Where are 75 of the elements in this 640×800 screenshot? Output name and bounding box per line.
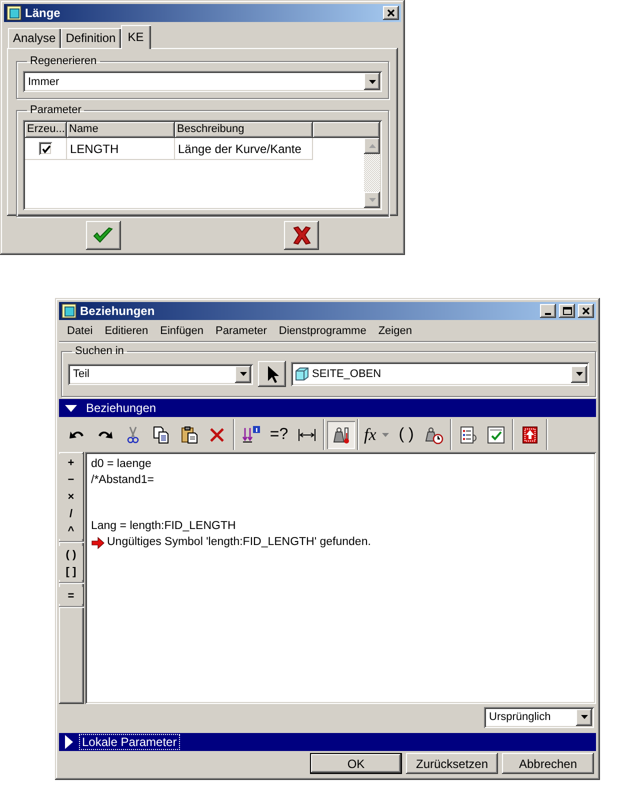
dropdown[interactable]: Immer xyxy=(23,71,382,92)
dialog-button[interactable]: OK xyxy=(310,753,402,774)
dialog-button[interactable]: Abbrechen xyxy=(502,753,594,774)
dropdown[interactable]: Ursprünglich xyxy=(484,706,594,728)
app-icon xyxy=(6,5,22,21)
paste-icon xyxy=(179,424,199,444)
evaluate-button[interactable] xyxy=(327,420,355,448)
menu-item[interactable]: Zeigen xyxy=(372,322,418,338)
scroll-down-icon xyxy=(368,198,376,202)
code-line: d0 = laenge xyxy=(91,457,152,472)
export-icon xyxy=(520,424,540,444)
pick-button[interactable] xyxy=(258,361,286,387)
close-icon xyxy=(386,9,396,17)
operator-button[interactable]: ( ) xyxy=(59,546,83,563)
undo-icon xyxy=(69,430,85,439)
column-header[interactable]: Beschreibung xyxy=(175,122,313,138)
dropdown[interactable]: SEITE_OBEN xyxy=(291,362,589,386)
close-icon xyxy=(581,307,591,315)
tab[interactable]: Analyse xyxy=(8,28,61,48)
copy-icon xyxy=(151,424,171,444)
maximize-icon xyxy=(562,307,572,315)
dropdown-arrow-icon xyxy=(580,715,588,719)
verify-icon xyxy=(486,424,506,444)
menu-item[interactable]: Parameter xyxy=(210,322,273,338)
group-label: Suchen in xyxy=(74,345,125,357)
min-button[interactable] xyxy=(540,304,556,318)
window-title: Länge xyxy=(25,6,60,20)
operator-button[interactable]: [ ] xyxy=(59,563,83,580)
redo-icon xyxy=(97,430,113,439)
caret-icon xyxy=(382,432,390,436)
operator-button[interactable]: ^ xyxy=(59,522,83,539)
code-line: /*Abstand1= xyxy=(91,472,154,488)
operator-button[interactable]: × xyxy=(59,488,83,505)
error-message: Ungültiges Symbol 'length:FID_LENGTH' gefunden. xyxy=(107,534,371,550)
section-header[interactable]: Beziehungen xyxy=(59,399,596,417)
close-button[interactable] xyxy=(383,6,399,20)
dialog-button[interactable]: Zurücksetzen xyxy=(406,753,498,774)
column-header[interactable]: Erzeu... xyxy=(25,122,67,138)
menu-item[interactable]: Editieren xyxy=(98,322,154,338)
weight-icon xyxy=(424,424,444,444)
window-title: Beziehungen xyxy=(80,304,155,318)
checkbox[interactable] xyxy=(39,142,52,155)
menu-item[interactable]: Dienstprogramme xyxy=(272,322,372,338)
list-icon xyxy=(458,424,478,444)
tab[interactable]: Definition xyxy=(60,28,121,48)
column-header[interactable]: Name xyxy=(67,122,175,138)
operator-button[interactable]: / xyxy=(59,505,83,522)
dropdown[interactable]: Teil xyxy=(68,364,253,384)
section-header[interactable]: Lokale Parameter xyxy=(59,733,596,751)
table-cell: Länge der Kurve/Kante xyxy=(175,138,313,160)
scroll-up-icon xyxy=(368,144,376,148)
tab[interactable]: KE xyxy=(120,25,151,49)
operator-button[interactable]: + xyxy=(59,454,83,471)
dropdown-arrow-icon xyxy=(576,372,582,376)
close-button[interactable] xyxy=(578,304,594,318)
group-label: Regenerieren xyxy=(29,55,98,67)
relations-editor[interactable]: d0 = laenge /*Abstand1= Lang = length:FID_LENGTH Ungültiges Symbol 'length:FID_LENGTH' gefunden. xyxy=(85,452,596,704)
code-line: Lang = length:FID_LENGTH xyxy=(91,519,236,534)
table-cell: LENGTH xyxy=(67,138,175,160)
arrow-icon xyxy=(91,536,105,550)
cancel-button[interactable] xyxy=(284,221,320,250)
max-button[interactable] xyxy=(559,304,575,318)
collapse-icon xyxy=(65,404,77,412)
app-icon xyxy=(61,303,77,319)
cross-icon xyxy=(290,225,313,246)
group-label: Parameter xyxy=(29,104,82,116)
expand-icon xyxy=(65,735,73,749)
ok-button[interactable] xyxy=(86,221,121,250)
operator-button[interactable]: = xyxy=(59,587,83,604)
menu-item[interactable]: Datei xyxy=(61,322,99,338)
operator-button[interactable]: − xyxy=(59,471,83,488)
cube-icon xyxy=(294,366,310,382)
dropdown-arrow-icon xyxy=(368,80,376,84)
dropdown-arrow-icon xyxy=(240,372,246,376)
menu-item[interactable]: Einfügen xyxy=(154,322,210,338)
